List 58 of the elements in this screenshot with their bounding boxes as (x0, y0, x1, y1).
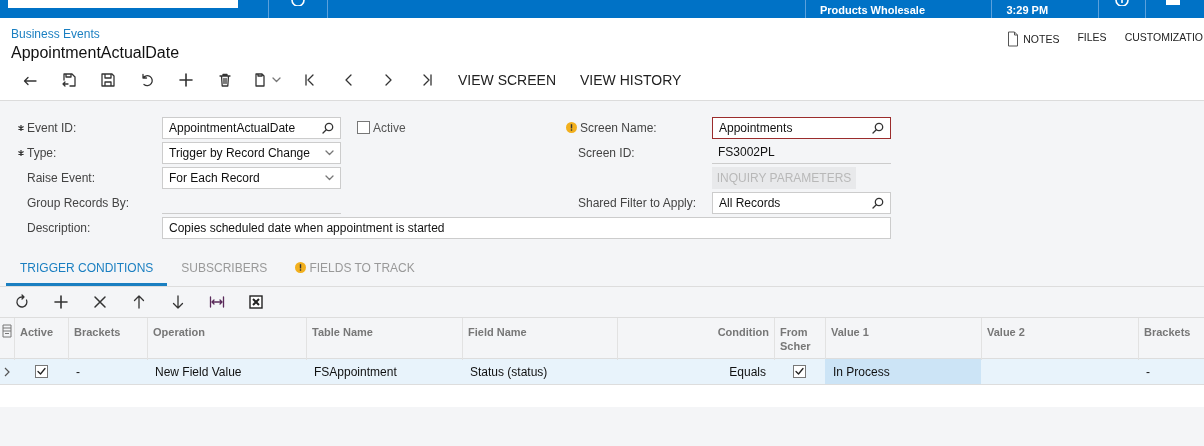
clipboard-icon (253, 72, 266, 88)
fit-width-icon (208, 294, 225, 310)
field-label: Description: (26, 220, 92, 235)
tab[interactable]: TRIGGER CONDITIONS (6, 252, 168, 286)
tab[interactable]: FIELDS TO TRACK (281, 252, 429, 286)
lookup-field[interactable]: All Records (712, 191, 891, 214)
field-label: Raise Event: (26, 170, 97, 185)
table-cell-text: New Field Value (154, 363, 243, 381)
caret-icon (325, 174, 334, 181)
table-cell-text: Status (status) (469, 363, 549, 381)
checkbox[interactable] (34, 365, 48, 378)
warning-icon (295, 262, 307, 273)
dropdown-field[interactable]: For Each Record (162, 166, 341, 189)
save-icon (99, 72, 116, 88)
close-icon (91, 294, 108, 310)
toolbar-text-button[interactable]: VIEW SCREEN (446, 68, 568, 92)
caret-icon (325, 149, 334, 156)
header-action-button[interactable]: FILES (1077, 31, 1107, 43)
text-field[interactable]: Copies scheduled date when appointment is started (162, 216, 891, 239)
table-cell-text: - (75, 363, 81, 381)
lookup-field[interactable]: AppointmentActualDate (162, 116, 341, 139)
excel-icon (247, 294, 264, 310)
header-action-button[interactable]: NOTES (1007, 31, 1060, 47)
search-icon (872, 121, 884, 134)
top-search-field[interactable] (8, 0, 239, 8)
add-icon (52, 294, 69, 310)
checkbox-label: Active (373, 120, 406, 135)
column-settings-icon (2, 324, 12, 340)
save-close-icon (60, 72, 77, 88)
field-label: Screen Name: (566, 120, 712, 135)
table-cell-text: - (1145, 363, 1151, 381)
dropdown-field[interactable]: Trigger by Record Change (162, 141, 341, 164)
note-icon (1007, 31, 1020, 47)
company-name[interactable]: Products Wholesale (819, 4, 925, 16)
caret-icon (271, 77, 281, 83)
field-label: Event ID: (18, 120, 162, 135)
field-label: Type: (18, 145, 162, 160)
field-label: Group Records By: (26, 195, 131, 210)
add-icon (177, 72, 194, 88)
active-checkbox[interactable] (357, 121, 370, 134)
table-cell: In Process (825, 359, 981, 384)
search-icon (322, 121, 334, 134)
toolbar-text-button[interactable]: VIEW HISTORY (568, 68, 694, 92)
field-label: Shared Filter to Apply: (577, 195, 698, 210)
tab[interactable]: SUBSCRIBERS (167, 252, 282, 286)
checkbox[interactable] (793, 365, 806, 378)
lookup-field[interactable]: Appointments (712, 116, 891, 139)
refresh-icon (13, 294, 30, 310)
table-cell-text: Equals (728, 363, 767, 381)
readonly-field: FS3002PL (712, 141, 891, 164)
page-title: AppointmentActualDate (11, 44, 180, 62)
field-label: Screen ID: (577, 145, 636, 160)
table-cell-text: FSAppointment (313, 363, 398, 381)
table-row[interactable]: - New Field Value FSAppointment Status (status) Equals In Process - (0, 359, 1204, 385)
search-icon (872, 196, 884, 209)
breadcrumb-link[interactable]: Business Events (11, 27, 180, 41)
time-text: 3:29 PM (1006, 4, 1049, 16)
header-action-button[interactable]: CUSTOMIZATIO (1124, 31, 1203, 43)
